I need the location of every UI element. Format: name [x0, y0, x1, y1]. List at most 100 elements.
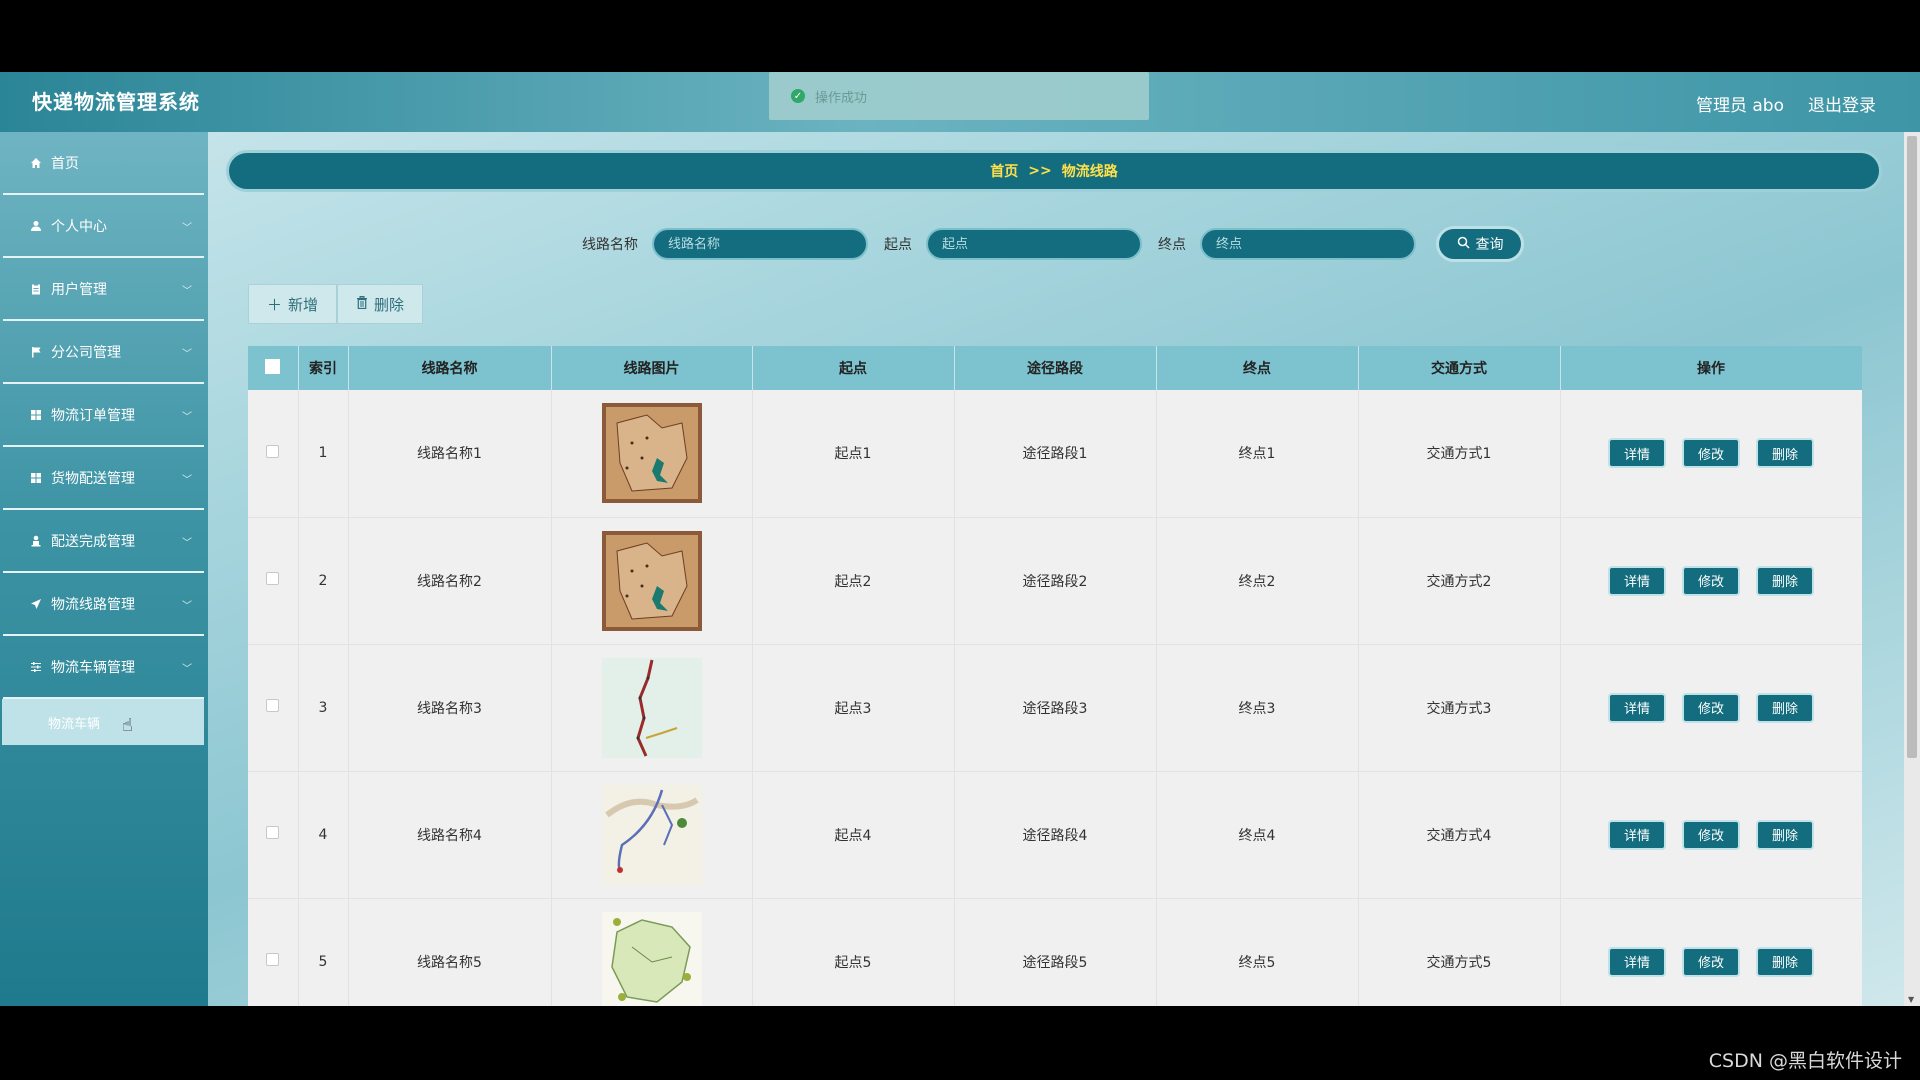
scroll-down-arrow-icon[interactable]: ▼	[1908, 995, 1914, 1004]
chevron-down-icon: ﹀	[182, 538, 192, 549]
cell-via: 途径路段2	[954, 517, 1157, 645]
column-header: 索引	[298, 346, 349, 390]
column-header: 交通方式	[1358, 346, 1561, 390]
column-header: 终点	[1156, 346, 1359, 390]
cell-transport: 交通方式1	[1358, 390, 1561, 518]
delete-button[interactable]: 删除	[1756, 565, 1814, 596]
sidebar-item-users[interactable]: 用户管理 ﹀	[3, 258, 204, 321]
user-label[interactable]: 管理员 abo	[1696, 91, 1784, 116]
edit-button[interactable]: 修改	[1682, 565, 1740, 596]
row-checkbox[interactable]	[266, 699, 280, 712]
cell-name: 线路名称3	[348, 644, 552, 772]
row-checkbox[interactable]	[266, 953, 280, 966]
detail-button[interactable]: 详情	[1608, 438, 1666, 469]
column-header: 线路名称	[348, 346, 552, 390]
add-button[interactable]: ＋ 新增	[248, 284, 338, 324]
chevron-down-icon: ﹀	[182, 601, 192, 612]
cell-transport: 交通方式2	[1358, 517, 1561, 645]
user-icon	[29, 219, 43, 233]
sidebar-item-completed[interactable]: 配送完成管理 ﹀	[3, 510, 204, 573]
table-row: 3 线路名称3 起点3 途径路段3 终点3 交通方式3 详情 修改 删除	[248, 644, 1862, 772]
detail-button[interactable]: 详情	[1608, 565, 1666, 596]
send-icon	[29, 597, 43, 611]
cell-end: 终点4	[1156, 771, 1359, 899]
sidebar-item-routes[interactable]: 物流线路管理 ﹀	[3, 573, 204, 636]
sidebar-item-delivery[interactable]: 货物配送管理 ﹀	[3, 447, 204, 510]
sidebar-item-branch[interactable]: 分公司管理 ﹀	[3, 321, 204, 384]
start-label: 起点	[884, 237, 912, 253]
column-header: 途径路段	[954, 346, 1157, 390]
cell-end: 终点5	[1156, 898, 1359, 1006]
route-map-image[interactable]	[601, 530, 702, 631]
grid-icon	[29, 471, 43, 485]
chevron-down-icon: ﹀	[182, 349, 192, 360]
chevron-down-icon: ﹀	[182, 412, 192, 423]
edit-button[interactable]: 修改	[1682, 819, 1740, 850]
route-name-input[interactable]	[652, 228, 868, 260]
edit-button[interactable]: 修改	[1682, 438, 1740, 469]
sidebar-item-label: 用户管理	[51, 281, 107, 298]
route-map-image[interactable]	[601, 657, 702, 758]
route-name-label: 线路名称	[582, 237, 638, 253]
cell-index: 3	[298, 644, 349, 772]
detail-button[interactable]: 详情	[1608, 819, 1666, 850]
route-map-image[interactable]	[601, 784, 702, 885]
select-all-cell	[248, 346, 299, 390]
detail-button[interactable]: 详情	[1608, 946, 1666, 977]
edit-button[interactable]: 修改	[1682, 946, 1740, 977]
sidebar-item-label: 分公司管理	[51, 344, 121, 361]
edit-button[interactable]: 修改	[1682, 692, 1740, 723]
delete-button[interactable]: 删除	[1756, 819, 1814, 850]
batch-delete-button[interactable]: 删除	[337, 284, 424, 324]
breadcrumb-current: 物流线路	[1061, 164, 1118, 180]
batch-delete-label: 删除	[374, 295, 405, 314]
select-all-checkbox[interactable]	[265, 358, 281, 374]
delete-button[interactable]: 删除	[1756, 946, 1814, 977]
chevron-down-icon: ﹀	[182, 286, 192, 297]
sidebar-item-orders[interactable]: 物流订单管理 ﹀	[3, 384, 204, 447]
cell-ops: 详情 修改 删除	[1560, 644, 1862, 772]
end-input[interactable]	[1200, 228, 1416, 260]
add-button-label: 新增	[288, 295, 319, 314]
chevron-down-icon: ﹀	[182, 475, 192, 486]
row-checkbox[interactable]	[266, 572, 280, 585]
search-form: 线路名称 起点 终点 查询	[208, 224, 1898, 264]
user-area: 管理员 abo 退出登录	[1696, 91, 1876, 116]
start-input[interactable]	[926, 228, 1142, 260]
sidebar-item-home[interactable]: 首页	[3, 132, 204, 195]
watermark: CSDN @黑白软件设计	[1708, 1050, 1902, 1072]
cell-index: 5	[298, 898, 349, 1006]
person-icon	[29, 534, 43, 548]
cell-ops: 详情 修改 删除	[1560, 390, 1862, 518]
detail-button[interactable]: 详情	[1608, 692, 1666, 723]
sidebar-item-vehicles[interactable]: 物流车辆管理 ﹀	[3, 636, 204, 699]
cell-image	[551, 771, 753, 899]
toast-message: 操作成功	[815, 90, 868, 106]
delete-button[interactable]: 删除	[1756, 438, 1814, 469]
query-button[interactable]: 查询	[1436, 226, 1524, 262]
cell-ops: 详情 修改 删除	[1560, 517, 1862, 645]
success-toast: ✓ 操作成功	[769, 72, 1149, 120]
table-row: 4 线路名称4 起点4 途径路段4 终点4 交通方式4 详情 修改 删除	[248, 771, 1862, 899]
breadcrumb-home[interactable]: 首页	[990, 161, 1018, 181]
cell-start: 起点4	[752, 771, 955, 899]
page-scrollbar[interactable]: ▼	[1904, 132, 1920, 1006]
cell-transport: 交通方式3	[1358, 644, 1561, 772]
row-checkbox[interactable]	[266, 444, 280, 458]
letterbox-bottom	[0, 1006, 1920, 1080]
route-map-image[interactable]	[601, 403, 702, 504]
route-map-image[interactable]	[601, 911, 702, 1007]
logout-link[interactable]: 退出登录	[1808, 91, 1876, 116]
cell-end: 终点1	[1156, 390, 1359, 518]
query-button-label: 查询	[1475, 237, 1504, 253]
sidebar-item-label: 首页	[51, 155, 79, 172]
cell-index: 2	[298, 517, 349, 645]
sidebar-item-profile[interactable]: 个人中心 ﹀	[3, 195, 204, 258]
sidebar-item-label: 个人中心	[51, 218, 107, 235]
delete-button[interactable]: 删除	[1756, 692, 1814, 723]
sidebar-subitem-vehicles[interactable]: 物流车辆 ☝	[2, 699, 204, 745]
scrollbar-thumb[interactable]	[1907, 136, 1917, 758]
row-checkbox[interactable]	[266, 826, 280, 839]
column-header: 起点	[752, 346, 955, 390]
hand-cursor-icon: ☝	[122, 715, 133, 736]
